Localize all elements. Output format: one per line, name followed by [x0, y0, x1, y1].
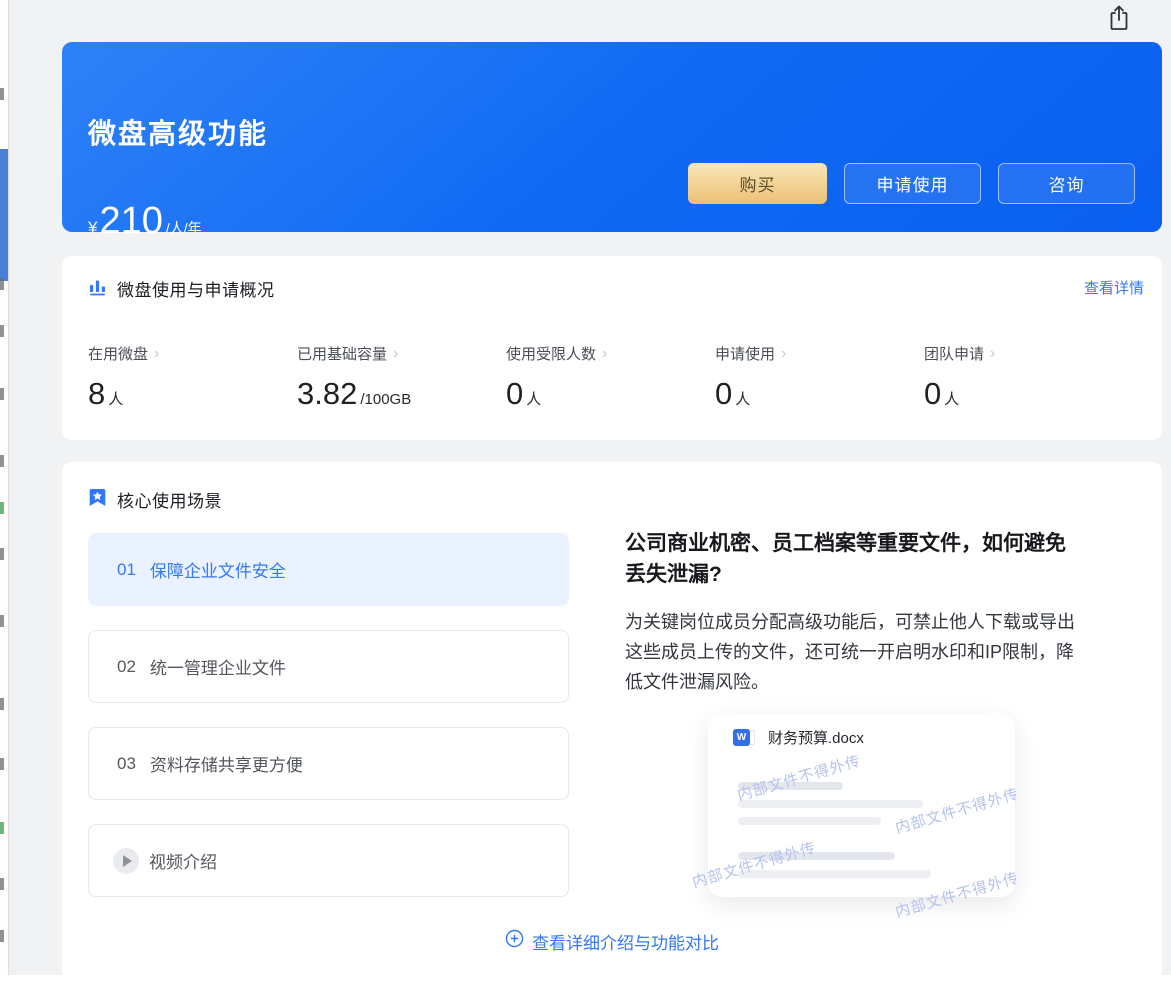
stat-value: 0: [924, 376, 942, 411]
view-details-link[interactable]: 查看详情: [1084, 277, 1144, 298]
stat-unit: 人: [108, 391, 124, 408]
price-unit: /人/年: [165, 220, 202, 236]
stat-value: 0: [715, 376, 733, 411]
chevron-right-icon: ›: [154, 345, 160, 362]
background-window-fragment: [0, 278, 4, 290]
stat-value: 3.82: [297, 376, 358, 411]
scenario-label: 统一管理企业文件: [149, 659, 286, 678]
scenario-label: 资料存储共享更方便: [149, 756, 303, 775]
core-scenarios-card: 核心使用场景 01 保障企业文件安全 02 统一管理企业文件 03 资料存储共享…: [62, 462, 1162, 982]
skeleton-text-line: [738, 782, 843, 790]
background-window-fragment: [0, 698, 4, 710]
document-header: W 财务预算.docx: [733, 727, 864, 748]
skeleton-text-line: [738, 817, 881, 825]
stat-label: 已用基础容量: [297, 346, 388, 363]
bar-chart-icon: [88, 277, 107, 301]
plus-circle-icon: [505, 929, 524, 953]
stat-label: 申请使用: [715, 346, 776, 363]
document-filename: 财务预算.docx: [768, 730, 864, 747]
scenario-label: 保障企业文件安全: [149, 562, 286, 581]
scenario-detail-heading: 公司商业机密、员工档案等重要文件，如何避免丢失泄漏?: [625, 532, 1066, 586]
skeleton-text-line: [738, 870, 931, 878]
word-file-icon: W: [733, 728, 757, 747]
stat-value: 8: [88, 376, 106, 411]
background-window-fragment: [0, 822, 4, 834]
stat-active-drive[interactable]: 在用微盘 › 8 人: [88, 343, 297, 412]
price-currency: ¥: [88, 218, 98, 237]
background-window-fragment: [0, 758, 4, 770]
background-window-sliver: [0, 0, 9, 975]
stat-unit: /100GB: [360, 391, 412, 408]
chevron-right-icon: ›: [781, 345, 787, 362]
background-window-fragment: [0, 325, 4, 337]
video-intro-item[interactable]: 视频介绍: [88, 824, 569, 897]
view-full-intro-link[interactable]: 查看详细介绍与功能对比: [62, 929, 1162, 953]
buy-button[interactable]: 购买: [688, 163, 827, 204]
page-title: 微盘高级功能: [88, 118, 269, 149]
background-window-fragment: [0, 88, 4, 100]
skeleton-text-line: [738, 800, 923, 808]
stat-unit: 人: [735, 391, 751, 408]
play-icon: [113, 847, 139, 874]
background-window-fragment: [0, 455, 4, 467]
stat-unit: 人: [526, 391, 542, 408]
video-intro-label: 视频介绍: [149, 853, 217, 872]
premium-feature-banner: 微盘高级功能 ¥ 210 /人/年 购买 申请使用 咨询: [62, 42, 1162, 242]
stat-label: 使用受限人数: [506, 346, 597, 363]
stat-label: 团队申请: [924, 346, 985, 363]
scenario-item-file-security[interactable]: 01 保障企业文件安全: [88, 533, 569, 606]
consult-button[interactable]: 咨询: [998, 163, 1135, 204]
scenario-item-storage-sharing[interactable]: 03 资料存储共享更方便: [88, 727, 569, 800]
core-scenarios-header: 核心使用场景: [88, 487, 222, 512]
scenario-detail-body: 为关键岗位成员分配高级功能后，可禁止他人下载或导出这些成员上传的文件，还可统一开…: [625, 612, 1075, 692]
background-window-selection: [0, 149, 8, 281]
stat-team-apply[interactable]: 团队申请 › 0 人: [924, 343, 1133, 412]
background-window-fragment: [0, 615, 4, 627]
hero-button-group: 购买 申请使用 咨询: [688, 163, 1135, 204]
share-export-icon: [1106, 4, 1132, 37]
stat-used-capacity[interactable]: 已用基础容量 › 3.82 /100GB: [297, 343, 506, 412]
view-full-intro-label: 查看详细介绍与功能对比: [532, 933, 719, 953]
scenario-number: 02: [117, 656, 136, 676]
chevron-right-icon: ›: [990, 345, 996, 362]
stat-unit: 人: [944, 391, 960, 408]
bookmark-star-icon: [88, 488, 107, 512]
chevron-right-icon: ›: [393, 345, 399, 362]
usage-overview-title: 微盘使用与申请概况: [117, 281, 275, 300]
price: ¥ 210 /人/年: [88, 200, 202, 242]
background-window-fragment: [0, 388, 4, 400]
stat-value: 0: [506, 376, 524, 411]
background-window-fragment: [0, 548, 4, 560]
price-amount: 210: [99, 200, 163, 242]
background-window-fragment: [0, 502, 4, 514]
share-button[interactable]: [1104, 5, 1134, 35]
stats-row: 在用微盘 › 8 人 已用基础容量 › 3.82 /100GB 使用受限人数 ›: [88, 343, 1136, 412]
stat-restricted-users[interactable]: 使用受限人数 › 0 人: [506, 343, 715, 412]
background-window-fragment: [0, 930, 4, 942]
stat-apply-usage[interactable]: 申请使用 › 0 人: [715, 343, 924, 412]
usage-overview-card: 微盘使用与申请概况 查看详情 在用微盘 › 8 人 已用基础容量 › 3.82 …: [62, 256, 1162, 440]
core-scenarios-title: 核心使用场景: [117, 492, 222, 511]
stat-label: 在用微盘: [88, 346, 149, 363]
background-window-fragment: [0, 878, 4, 890]
usage-overview-header: 微盘使用与申请概况: [88, 276, 275, 301]
skeleton-text-line: [738, 852, 895, 860]
scenario-item-unified-management[interactable]: 02 统一管理企业文件: [88, 630, 569, 703]
scenario-number: 01: [117, 559, 136, 579]
chevron-right-icon: ›: [602, 345, 608, 362]
apply-button[interactable]: 申请使用: [844, 163, 981, 204]
scenario-number: 03: [117, 753, 136, 773]
